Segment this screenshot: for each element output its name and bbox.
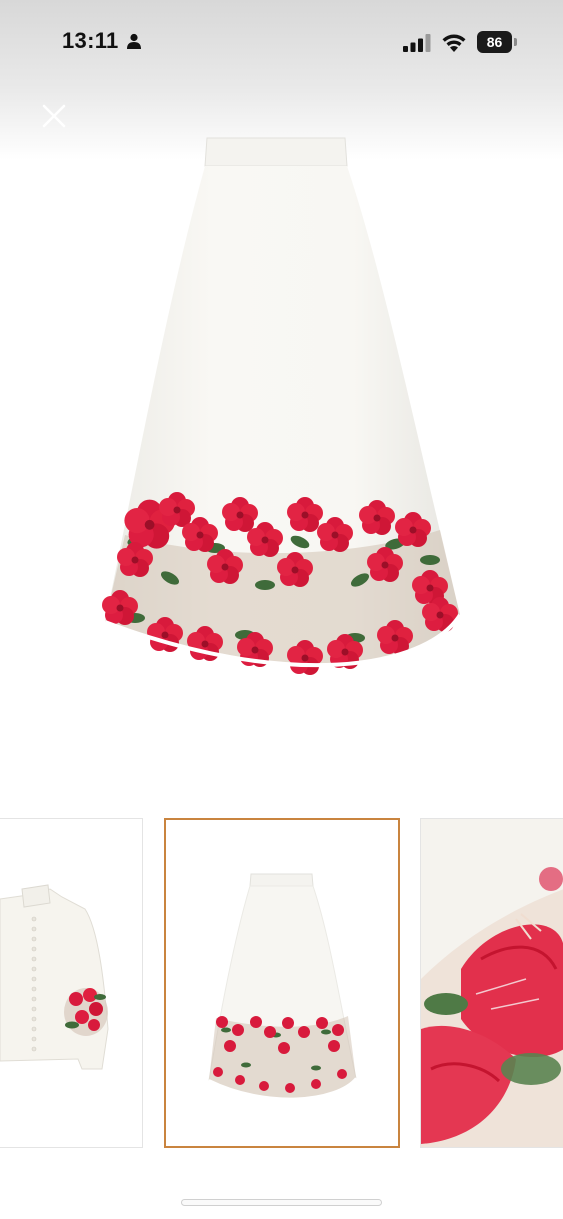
- status-bar: 13:11 86: [0, 0, 563, 84]
- thumbnail-blouse-image: [0, 884, 109, 1070]
- close-icon[interactable]: [38, 100, 70, 132]
- battery-tip: [514, 38, 517, 46]
- wifi-icon: [442, 34, 466, 52]
- thumbnail-fabric-detail[interactable]: [420, 818, 563, 1148]
- thumbnail-skirt-selected[interactable]: [164, 818, 400, 1148]
- product-image-viewer: 13:11 86: [0, 0, 563, 1219]
- thumbnail-blouse[interactable]: [0, 818, 143, 1148]
- battery-level: 86: [477, 31, 512, 53]
- cellular-signal-icon: [403, 34, 431, 52]
- thumbnail-skirt-image: [208, 873, 357, 1100]
- home-indicator[interactable]: [181, 1199, 382, 1206]
- thumbnail-fabric-image: [421, 819, 563, 1147]
- battery-indicator: 86: [477, 31, 517, 53]
- main-product-image[interactable]: [95, 130, 470, 710]
- person-fill-icon: [127, 33, 141, 49]
- status-time: 13:11: [62, 28, 119, 53]
